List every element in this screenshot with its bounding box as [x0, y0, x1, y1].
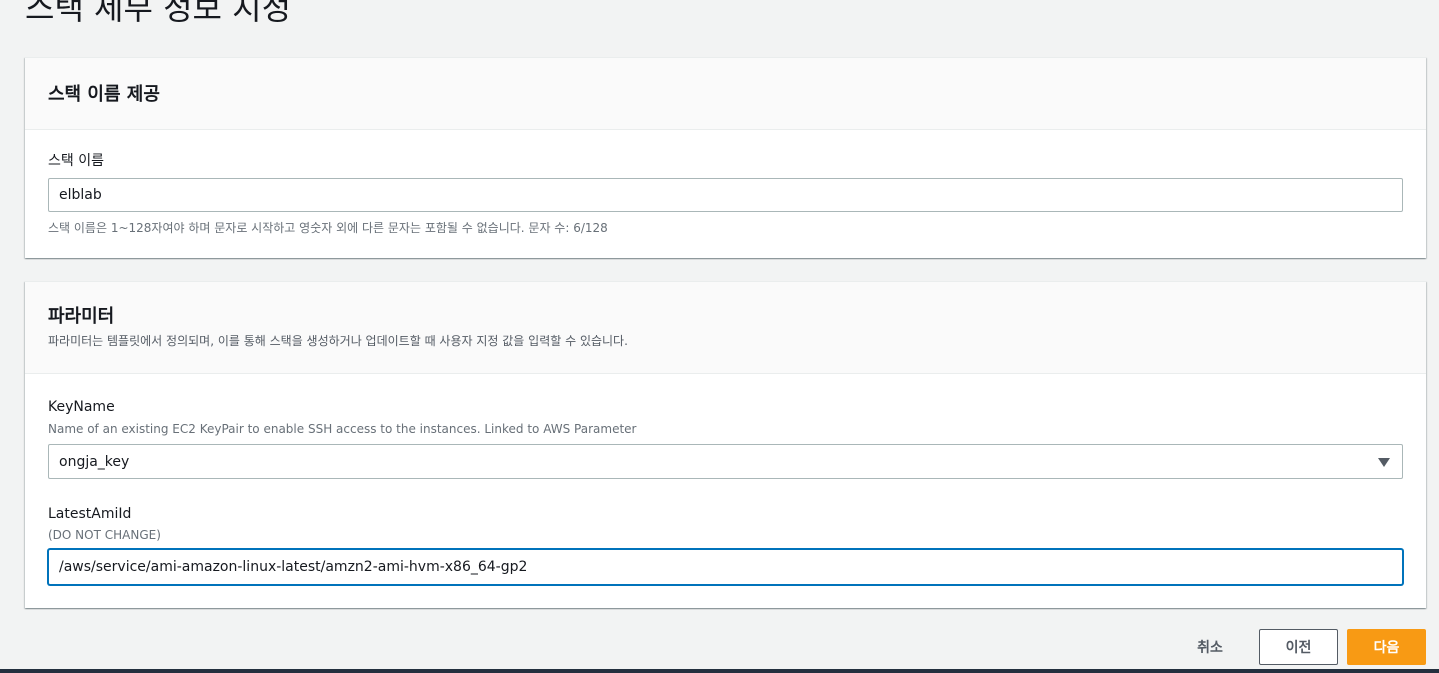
cancel-button[interactable]: 취소: [1180, 629, 1240, 665]
latest-ami-input[interactable]: [48, 549, 1403, 585]
latest-ami-description: (DO NOT CHANGE): [48, 528, 161, 542]
parameters-panel-title: 파라미터: [48, 306, 115, 327]
stack-name-hint: 스택 이름은 1~128자여야 하며 문자로 시작하고 영숫자 외에 다른 문자…: [48, 221, 608, 235]
stack-name-panel: 스택 이름 제공 스택 이름 스택 이름은 1~128자여야 하며 문자로 시작…: [25, 57, 1426, 258]
page-title: 스택 세부 정보 지정: [25, 0, 292, 27]
keyname-description: Name of an existing EC2 KeyPair to enabl…: [48, 422, 637, 436]
stack-name-input[interactable]: [48, 178, 1403, 212]
bottom-bar: [0, 669, 1439, 673]
previous-button[interactable]: 이전: [1259, 629, 1338, 665]
keyname-label: KeyName: [48, 399, 115, 415]
stack-name-panel-title: 스택 이름 제공: [48, 84, 160, 105]
keyname-select[interactable]: ongja_key: [48, 444, 1403, 479]
stack-name-label: 스택 이름: [48, 153, 104, 169]
next-button[interactable]: 다음: [1347, 629, 1426, 665]
latest-ami-label: LatestAmiId: [48, 506, 132, 522]
stack-name-panel-header: 스택 이름 제공: [25, 58, 1426, 130]
caret-down-icon: [1378, 458, 1390, 467]
parameters-panel-description: 파라미터는 템플릿에서 정의되며, 이를 통해 스택을 생성하거나 업데이트할 …: [48, 334, 628, 348]
keyname-selected-value: ongja_key: [59, 453, 130, 470]
parameters-panel-header: 파라미터 파라미터는 템플릿에서 정의되며, 이를 통해 스택을 생성하거나 업…: [25, 282, 1426, 374]
parameters-panel: 파라미터 파라미터는 템플릿에서 정의되며, 이를 통해 스택을 생성하거나 업…: [25, 281, 1426, 608]
